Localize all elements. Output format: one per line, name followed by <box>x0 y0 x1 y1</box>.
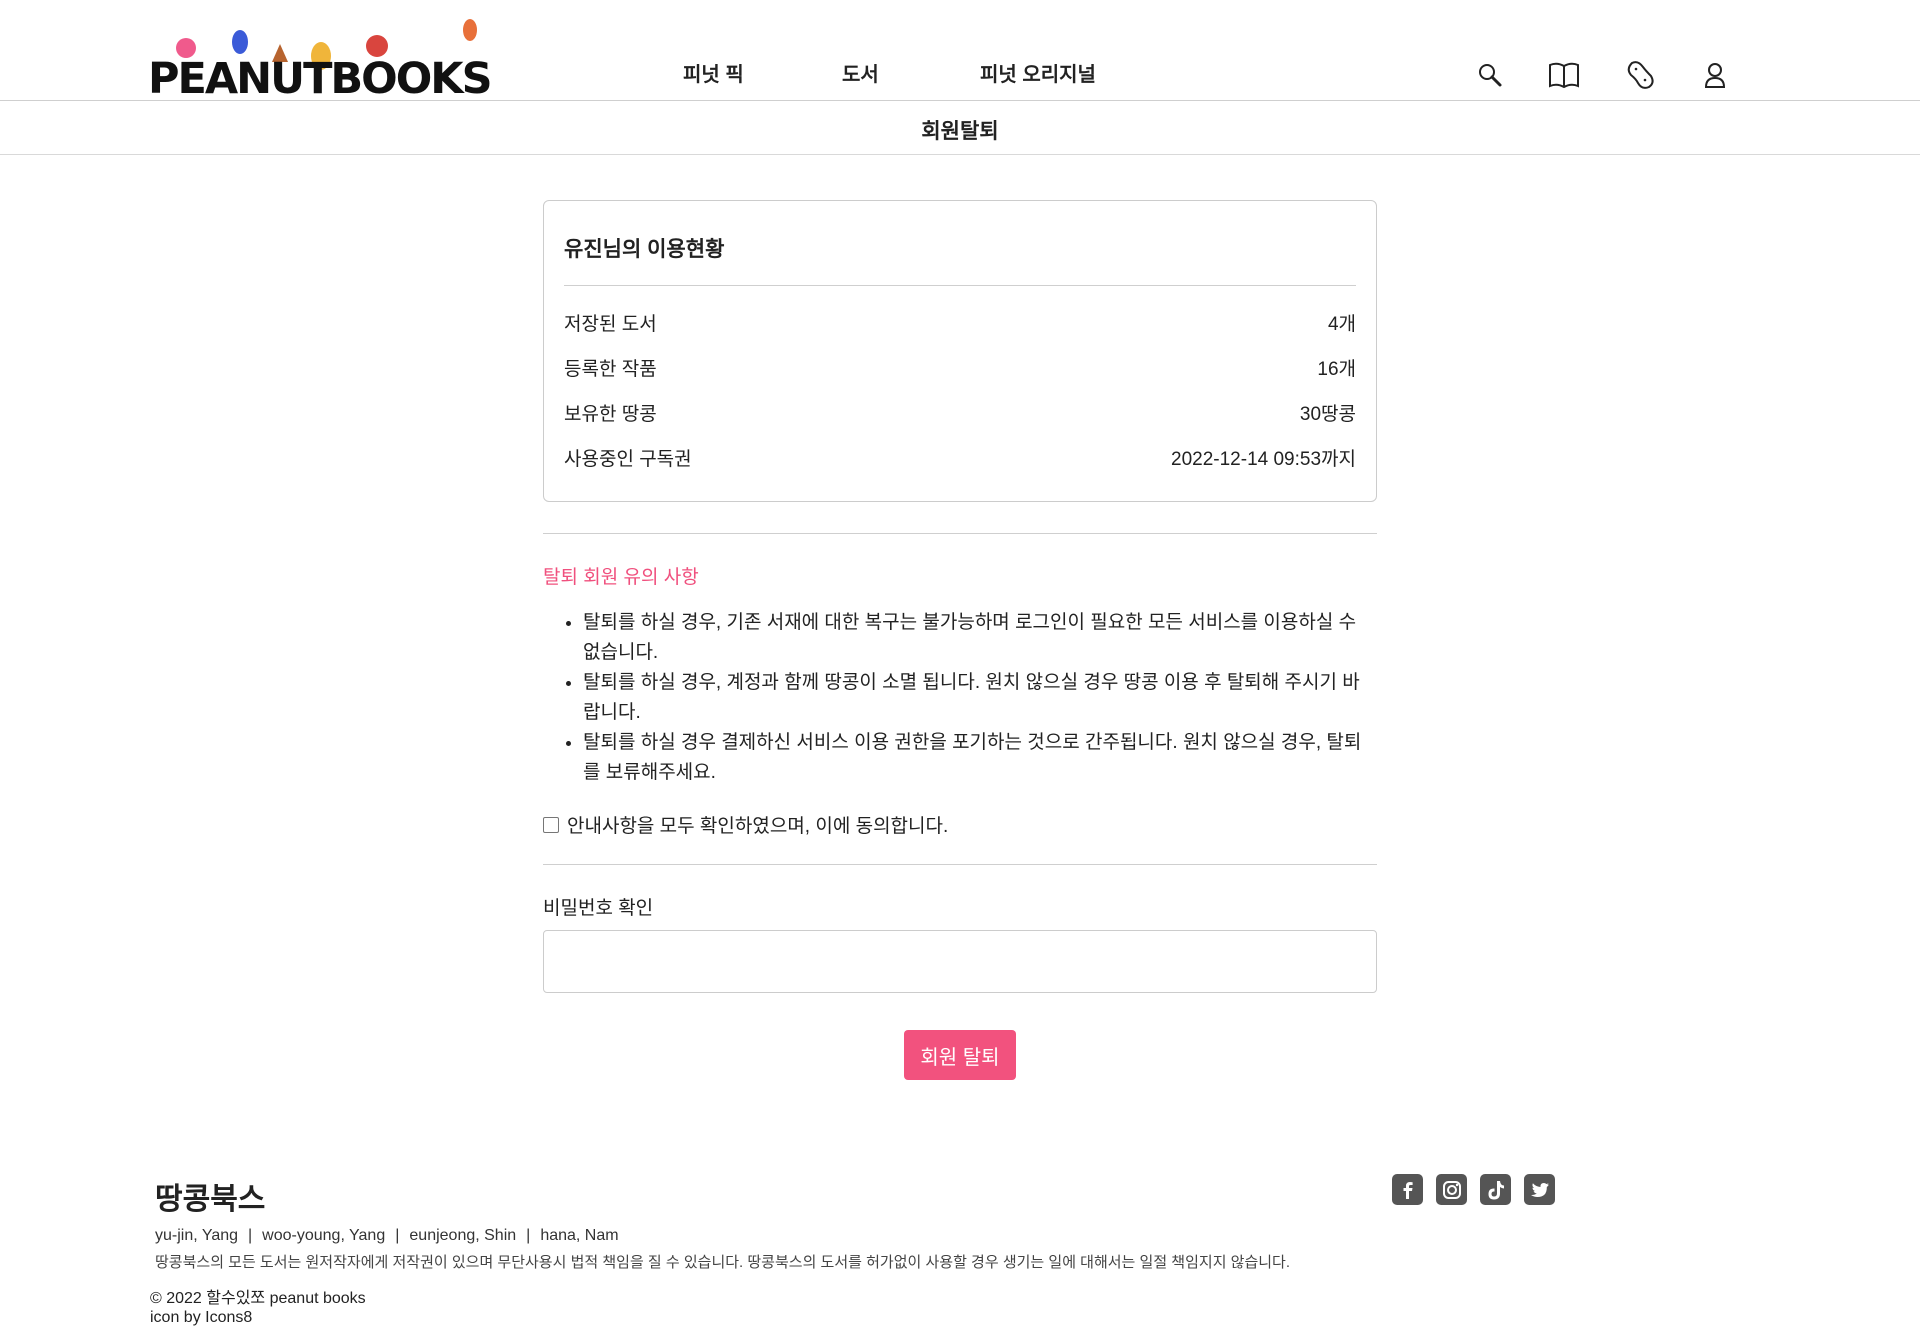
usage-label: 보유한 땅콩 <box>564 404 657 425</box>
password-label: 비밀번호 확인 <box>543 898 654 919</box>
section-divider <box>543 864 1377 865</box>
footer-copyright: © 2022 할수있쪼 peanut books <box>150 1290 366 1307</box>
nav-books[interactable]: 도서 <box>842 58 879 87</box>
team-member: eunjeong, Shin <box>409 1227 517 1244</box>
notice-item: 탈퇴를 하실 경우, 기존 서재에 대한 복구는 불가능하며 로그인이 필요한 … <box>583 608 1377 668</box>
agree-checkbox[interactable] <box>543 816 559 833</box>
usage-value: 2022-12-14 09:53까지 <box>1171 449 1356 470</box>
usage-row: 보유한 땅콩 30땅콩 <box>564 399 1356 429</box>
footer-brand: 땅콩북스 <box>155 1183 266 1216</box>
footer-team: yu-jin, Yang | woo-young, Yang | eunjeong, S… <box>155 1227 619 1245</box>
logo-wordmark: PEANUTBOOKS <box>148 54 493 104</box>
usage-label: 사용중인 구독권 <box>564 449 692 470</box>
separator: | <box>526 1227 531 1244</box>
password-input[interactable] <box>543 930 1377 993</box>
agree-label: 안내사항을 모두 확인하였으며, 이에 동의합니다. <box>567 816 949 837</box>
nav-peanut-pick[interactable]: 피넛 픽 <box>683 58 744 87</box>
site-header: PEANUTBOOKS 피넛 픽 도서 피넛 오리지널 <box>0 0 1920 104</box>
usage-value: 4개 <box>1327 314 1356 335</box>
usage-value: 30땅콩 <box>1299 404 1356 425</box>
notice-list: 탈퇴를 하실 경우, 기존 서재에 대한 복구는 불가능하며 로그인이 필요한 … <box>543 608 1377 788</box>
usage-row: 등록한 작품 16개 <box>564 354 1356 384</box>
usage-summary-card: 유진님의 이용현황 저장된 도서 4개 등록한 작품 16개 보유한 땅콩 30… <box>543 200 1377 502</box>
withdraw-button[interactable]: 회원 탈퇴 <box>904 1030 1016 1080</box>
footer-icon-credit: icon by Icons8 <box>150 1309 253 1326</box>
tiktok-icon[interactable] <box>1480 1174 1511 1205</box>
twitter-icon[interactable] <box>1524 1174 1555 1205</box>
usage-row: 저장된 도서 4개 <box>564 309 1356 339</box>
instagram-icon[interactable] <box>1436 1174 1467 1205</box>
nav-peanut-original[interactable]: 피넛 오리지널 <box>980 58 1096 87</box>
user-icon[interactable] <box>1695 55 1735 95</box>
page-title: 회원탈퇴 <box>921 120 999 143</box>
team-member: hana, Nam <box>540 1227 619 1244</box>
facebook-icon[interactable] <box>1392 1174 1423 1205</box>
footer-copyright-notice: 땅콩북스의 모든 도서는 원저작자에게 저작권이 있으며 무단사용시 법적 책임… <box>155 1254 1291 1271</box>
usage-card-title: 유진님의 이용현황 <box>564 238 725 261</box>
usage-value: 16개 <box>1317 359 1356 380</box>
peanut-icon[interactable] <box>1620 55 1660 95</box>
search-icon[interactable] <box>1470 55 1510 95</box>
usage-label: 등록한 작품 <box>564 359 657 380</box>
section-divider <box>543 533 1377 534</box>
notice-item: 탈퇴를 하실 경우, 계정과 함께 땅콩이 소멸 됩니다. 원치 않으실 경우 … <box>583 668 1377 728</box>
book-icon[interactable] <box>1544 55 1584 95</box>
notice-title: 탈퇴 회원 유의 사항 <box>543 567 699 588</box>
agree-checkbox-row[interactable]: 안내사항을 모두 확인하였으며, 이에 동의합니다. <box>543 811 948 838</box>
usage-label: 저장된 도서 <box>564 314 657 335</box>
usage-row: 사용중인 구독권 2022-12-14 09:53까지 <box>564 444 1356 474</box>
notice-item: 탈퇴를 하실 경우 결제하신 서비스 이용 권한을 포기하는 것으로 간주됩니다… <box>583 728 1377 788</box>
peanut-books-logo[interactable]: PEANUTBOOKS <box>148 14 493 104</box>
team-member: yu-jin, Yang <box>155 1227 239 1244</box>
separator: | <box>395 1227 400 1244</box>
card-divider <box>564 285 1356 286</box>
separator: | <box>248 1227 253 1244</box>
team-member: woo-young, Yang <box>262 1227 386 1244</box>
